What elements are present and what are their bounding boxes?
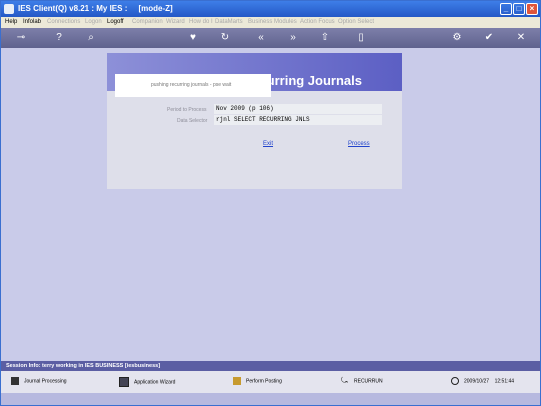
toolbar: ⊸ ? ⌕ ♥ ↻ « » ⇧ ▯ ⚙ ✔ ✕ (1, 28, 540, 48)
maximize-button[interactable]: □ (513, 3, 525, 15)
menu-logon[interactable]: Logon (85, 19, 102, 25)
forward-icon[interactable]: » (287, 32, 299, 44)
app-icon (4, 4, 14, 14)
session-status-bar: Session Info: terry working in IES BUSIN… (1, 361, 540, 371)
upload-icon[interactable]: ⇧ (319, 32, 331, 44)
minimize-button[interactable]: _ (500, 3, 512, 15)
book-icon (11, 377, 19, 385)
menu-companion[interactable]: Companion (132, 19, 163, 25)
window-title: IES Client(Q) v8.21 : My IES : [mode-Z] (18, 4, 173, 13)
time-display: 12:51:44 (494, 378, 515, 385)
period-label: Period to Process (167, 107, 207, 113)
check-icon[interactable]: ✔ (483, 32, 495, 44)
back-icon[interactable]: « (255, 32, 267, 44)
clock-icon (451, 377, 459, 385)
selector-label: Data Selector (177, 118, 208, 124)
perform-posting-button[interactable]: Perform Posting (233, 377, 282, 387)
menu-infolab[interactable]: Infolab (23, 19, 41, 25)
menu-howdoi[interactable]: How do I (189, 19, 213, 25)
settings-icon[interactable]: ⚙ (451, 32, 463, 44)
wizard-icon (119, 377, 129, 387)
clock-area: 2009/10/27 12:51:44 (451, 377, 514, 387)
data-selector-field[interactable]: rjnl SELECT RECURRING JNLS (214, 115, 382, 125)
exit-link[interactable]: Exit (263, 141, 273, 147)
menu-wizard[interactable]: Wizard (166, 19, 185, 25)
application-wizard-label: Application Wizard (134, 379, 176, 386)
app-window: IES Client(Q) v8.21 : My IES : [mode-Z] … (0, 0, 541, 406)
page-icon[interactable]: ▯ (355, 32, 367, 44)
posting-icon (233, 377, 241, 385)
progress-popup: pushing recurring journals - pse wait (115, 74, 271, 97)
perform-posting-label: Perform Posting (246, 378, 282, 385)
bottom-strip (1, 393, 540, 405)
help-icon[interactable]: ? (53, 32, 65, 44)
refresh-icon[interactable]: ↻ (219, 32, 231, 44)
search-icon[interactable]: ⌕ (85, 32, 97, 44)
journal-processing-button[interactable]: Journal Processing (11, 377, 67, 387)
application-wizard-button[interactable]: Application Wizard (119, 377, 175, 387)
cancel-icon[interactable]: ✕ (515, 32, 527, 44)
footer-bar: Journal Processing Application Wizard Pe… (1, 371, 540, 393)
recurrun-icon: ⤿ (341, 376, 348, 385)
popup-message: pushing recurring journals - pse wait (151, 82, 232, 88)
menu-help[interactable]: Help (5, 19, 17, 25)
recurrun-button[interactable]: ⤿ RECURRUN (341, 377, 383, 387)
process-link[interactable]: Process (348, 141, 370, 147)
menu-connections[interactable]: Connections (47, 19, 80, 25)
menu-logoff[interactable]: Logoff (107, 19, 124, 25)
session-info: Session Info: terry working in IES BUSIN… (6, 363, 161, 369)
menu-business-modules[interactable]: Business Modules (248, 19, 297, 25)
journal-processing-label: Journal Processing (24, 378, 67, 385)
menu-datamarts[interactable]: DataMarts (215, 19, 243, 25)
key-icon[interactable]: ⊸ (9, 32, 33, 44)
menu-action-focus[interactable]: Action Focus (300, 19, 335, 25)
heart-icon[interactable]: ♥ (187, 32, 199, 44)
title-bar: IES Client(Q) v8.21 : My IES : [mode-Z] … (1, 1, 540, 17)
period-field[interactable]: Nov 2009 (p 106) (214, 104, 382, 114)
recurrun-label: RECURRUN (354, 378, 383, 385)
menu-bar: Help Infolab Connections Logon Logoff Co… (1, 17, 540, 28)
close-button[interactable]: × (526, 3, 538, 15)
menu-option-select[interactable]: Option Select (338, 19, 374, 25)
date-display: 2009/10/27 (464, 378, 490, 385)
